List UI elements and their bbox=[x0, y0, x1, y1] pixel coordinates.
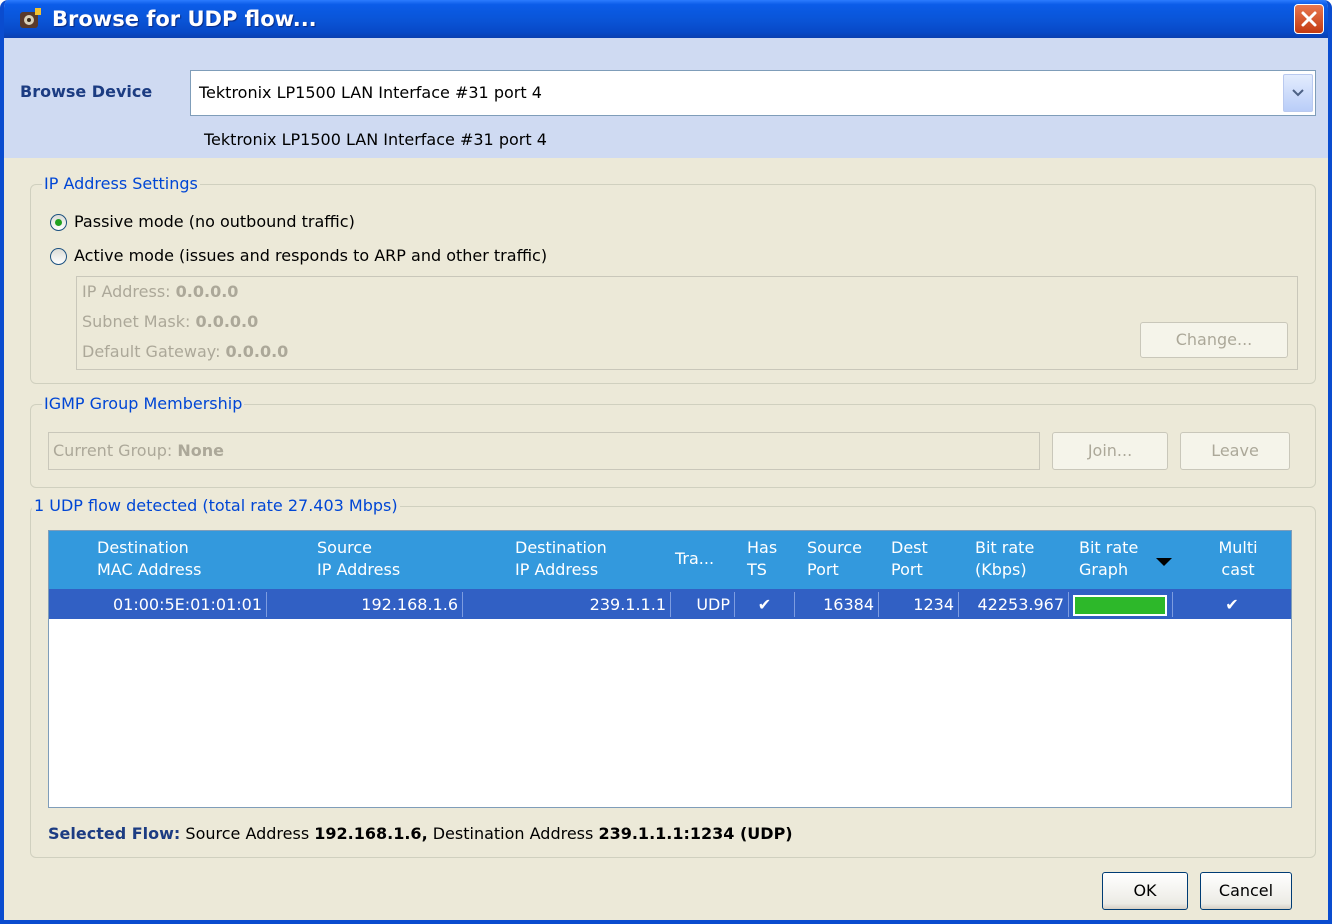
cell-multicast: ✔ bbox=[1225, 595, 1239, 614]
cancel-button[interactable]: Cancel bbox=[1200, 872, 1292, 910]
flows-table[interactable]: Destination MAC Address Source IP Address … bbox=[48, 530, 1292, 808]
ip-settings-title: IP Address Settings bbox=[42, 174, 200, 193]
column-header-transport[interactable]: Tra... bbox=[675, 548, 714, 570]
ip-address-value: 0.0.0.0 bbox=[175, 282, 239, 301]
gateway-label: Default Gateway: bbox=[82, 342, 221, 361]
column-header-multicast[interactable]: Multi cast bbox=[1213, 537, 1263, 581]
column-header-source-ip[interactable]: Source IP Address bbox=[317, 537, 400, 581]
selected-flow-dest-value: 239.1.1.1:1234 (UDP) bbox=[598, 824, 793, 843]
browse-device-label: Browse Device bbox=[20, 82, 153, 101]
cell-dest-port: 1234 bbox=[879, 592, 959, 617]
current-group-row: Current Group: None bbox=[53, 441, 224, 460]
cell-has-ts: ✔ bbox=[735, 592, 795, 617]
ok-button[interactable]: OK bbox=[1102, 872, 1188, 910]
cell-bitrate-graph bbox=[1069, 592, 1173, 617]
ip-address-label: IP Address: bbox=[82, 282, 171, 301]
subnet-mask-label: Subnet Mask: bbox=[82, 312, 191, 331]
flows-title: 1 UDP flow detected (total rate 27.403 M… bbox=[32, 496, 400, 515]
cell-dest-mac: 01:00:5E:01:01:01 bbox=[53, 592, 267, 617]
active-mode-label: Active mode (issues and responds to ARP … bbox=[74, 246, 548, 265]
column-header-source-port[interactable]: Source Port bbox=[807, 537, 862, 581]
chevron-down-icon bbox=[1292, 89, 1304, 97]
selected-flow-dest-prefix: Destination Address bbox=[432, 824, 594, 843]
passive-mode-label: Passive mode (no outbound traffic) bbox=[74, 212, 355, 231]
dropdown-button[interactable] bbox=[1283, 74, 1313, 112]
column-header-dest-mac[interactable]: Destination MAC Address bbox=[97, 537, 201, 581]
current-group-value: None bbox=[177, 441, 224, 460]
window-title: Browse for UDP flow... bbox=[52, 7, 317, 31]
bitrate-bar bbox=[1073, 595, 1167, 616]
device-description: Tektronix LP1500 LAN Interface #31 port … bbox=[204, 130, 547, 149]
leave-button[interactable]: Leave bbox=[1180, 432, 1290, 470]
selected-flow-source-value: 192.168.1.6, bbox=[314, 824, 428, 843]
active-mode-radio[interactable] bbox=[50, 248, 67, 265]
subnet-mask-value: 0.0.0.0 bbox=[195, 312, 259, 331]
app-icon bbox=[20, 8, 41, 28]
cell-transport: UDP bbox=[671, 592, 735, 617]
table-row[interactable]: 01:00:5E:01:01:01 192.168.1.6 239.1.1.1 … bbox=[49, 589, 1291, 619]
table-header: Destination MAC Address Source IP Address … bbox=[49, 531, 1291, 589]
browse-device-value: Tektronix LP1500 LAN Interface #31 port … bbox=[199, 83, 542, 102]
current-group-field: Current Group: None bbox=[48, 432, 1040, 470]
dialog-window: Browse for UDP flow... Browse Device Tek… bbox=[0, 0, 1332, 924]
column-header-bitrate[interactable]: Bit rate (Kbps) bbox=[975, 537, 1034, 581]
cell-source-port: 16384 bbox=[795, 592, 879, 617]
column-header-dest-port[interactable]: Dest Port bbox=[891, 537, 928, 581]
cell-source-ip: 192.168.1.6 bbox=[267, 592, 463, 617]
igmp-title: IGMP Group Membership bbox=[42, 394, 245, 413]
passive-mode-radio[interactable] bbox=[50, 214, 67, 231]
selected-flow-summary: Selected Flow: Source Address 192.168.1.… bbox=[48, 824, 793, 843]
column-header-has-ts[interactable]: Has TS bbox=[747, 537, 777, 581]
gateway-row: Default Gateway: 0.0.0.0 bbox=[82, 342, 288, 361]
change-button[interactable]: Change... bbox=[1140, 322, 1288, 358]
cell-dest-ip: 239.1.1.1 bbox=[463, 592, 671, 617]
join-button[interactable]: Join... bbox=[1052, 432, 1168, 470]
close-icon bbox=[1301, 11, 1317, 27]
browse-device-select[interactable]: Tektronix LP1500 LAN Interface #31 port … bbox=[190, 70, 1316, 116]
radio-selected-dot bbox=[55, 219, 62, 226]
close-button[interactable] bbox=[1294, 4, 1324, 34]
current-group-label: Current Group: bbox=[53, 441, 173, 460]
title-bar[interactable]: Browse for UDP flow... bbox=[4, 0, 1328, 38]
column-header-bitrate-graph[interactable]: Bit rate Graph bbox=[1079, 537, 1138, 581]
gateway-value: 0.0.0.0 bbox=[225, 342, 289, 361]
cell-bitrate: 42253.967 bbox=[959, 592, 1069, 617]
sort-descending-icon bbox=[1156, 558, 1172, 566]
ip-address-row: IP Address: 0.0.0.0 bbox=[82, 282, 238, 301]
selected-flow-label: Selected Flow: bbox=[48, 824, 181, 843]
column-header-dest-ip[interactable]: Destination IP Address bbox=[515, 537, 607, 581]
subnet-mask-row: Subnet Mask: 0.0.0.0 bbox=[82, 312, 258, 331]
selected-flow-source-prefix: Source Address bbox=[185, 824, 310, 843]
